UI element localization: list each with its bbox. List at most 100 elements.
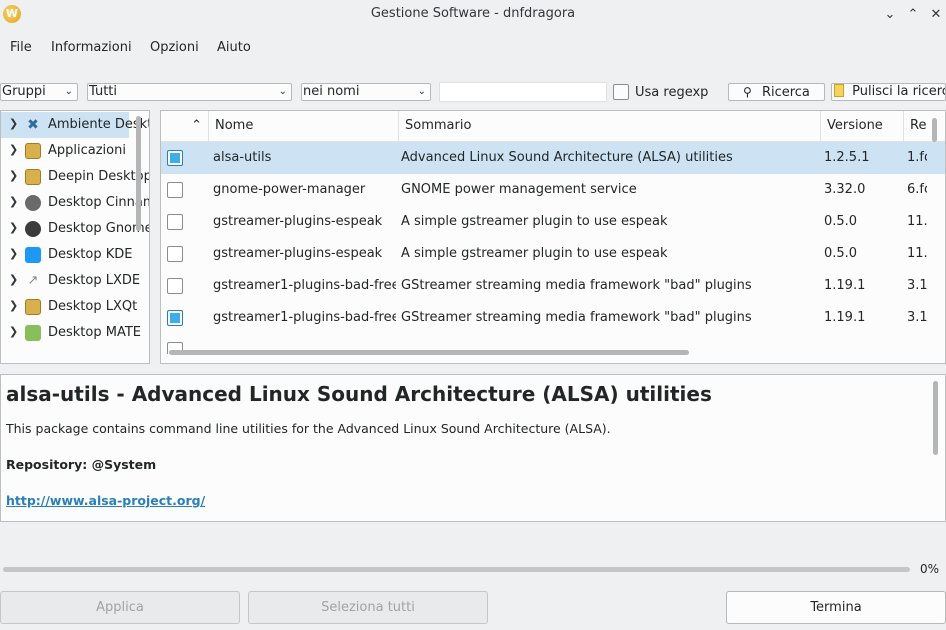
package-name: gstreamer1-plugins-bad-free <box>213 310 396 325</box>
package-description-title: alsa-utils - Advanced Linux Sound Archit… <box>6 382 712 406</box>
status-combo[interactable]: Tutti ⌄ <box>87 83 292 101</box>
select-all-button[interactable]: Seleziona tutti <box>248 591 488 624</box>
apply-button[interactable]: Applica <box>0 591 240 624</box>
deepin-icon <box>25 169 41 185</box>
chevron-right-icon: ❯ <box>9 195 19 208</box>
group-item[interactable]: ❯ Applicazioni <box>1 138 129 164</box>
group-tree: ❯ ✖ Ambiente Desktop ❯ Applicazioni ❯ De… <box>0 110 150 364</box>
search-field-combo[interactable]: nei nomi ⌄ <box>301 83 431 101</box>
package-version: 1.19.1 <box>824 278 866 293</box>
menu-opzioni[interactable]: Opzioni <box>150 40 199 55</box>
package-checkbox[interactable] <box>167 214 183 230</box>
chevron-down-icon: ⌄ <box>278 86 287 97</box>
group-item[interactable]: ❯ Desktop MATE <box>1 320 141 346</box>
applications-icon <box>25 143 41 159</box>
package-release: 1.fc <box>907 150 927 165</box>
package-name: gstreamer1-plugins-bad-free <box>213 278 396 293</box>
package-release: 11. <box>907 246 927 261</box>
package-summary: GStreamer streaming media framework "bad… <box>401 310 752 325</box>
tree-scrollbar[interactable] <box>136 116 141 231</box>
package-name: gnome-power-manager <box>213 182 366 197</box>
package-release: 3.1 <box>907 310 927 325</box>
package-checkbox[interactable] <box>167 278 183 294</box>
package-checkbox[interactable] <box>167 310 183 326</box>
package-summary: Advanced Linux Sound Architecture (ALSA)… <box>401 150 733 165</box>
group-label: Applicazioni <box>48 143 126 158</box>
package-version: 1.2.5.1 <box>824 150 870 165</box>
minimize-icon[interactable]: ⌄ <box>880 5 900 25</box>
package-summary: GNOME power management service <box>401 182 637 197</box>
search-icon: ⚲ <box>743 85 752 99</box>
package-summary: A simple gstreamer plugin to use espeak <box>401 214 668 229</box>
chevron-right-icon: ❯ <box>9 247 19 260</box>
package-name: gstreamer-plugins-espeak <box>213 214 383 229</box>
search-field-combo-value: nei nomi <box>303 84 360 99</box>
package-release: 3.1 <box>907 278 927 293</box>
kde-icon <box>25 247 41 263</box>
lxde-icon: ↗ <box>27 273 39 288</box>
table-row[interactable]: gstreamer1-plugins-bad-free GStreamer st… <box>161 302 945 334</box>
table-row[interactable]: gstreamer1-plugins-bad-free GStreamer st… <box>161 270 945 302</box>
package-name: gstreamer-plugins-espeak <box>213 246 383 261</box>
group-label: Desktop Cinnamon <box>48 195 149 210</box>
package-checkbox[interactable] <box>167 182 183 198</box>
cinnamon-icon <box>25 195 41 211</box>
description-scrollbar[interactable] <box>933 381 938 455</box>
quit-button[interactable]: Termina <box>726 591 946 624</box>
chevron-down-icon: ⌄ <box>417 86 426 97</box>
lxqt-icon <box>25 299 41 315</box>
package-checkbox[interactable] <box>167 150 183 166</box>
package-summary: A simple gstreamer plugin to use espeak <box>401 246 668 261</box>
package-url-link[interactable]: http://www.alsa-project.org/ <box>6 493 205 508</box>
regex-label: Usa regexp <box>635 85 709 100</box>
chevron-right-icon: ❯ <box>9 299 19 312</box>
sort-up-icon: ⌃ <box>191 118 202 133</box>
group-label: Desktop LXQt <box>48 299 138 314</box>
group-item[interactable]: ❯ Deepin Desktop <box>1 164 149 190</box>
table-row[interactable]: gnome-power-manager GNOME power manageme… <box>161 174 945 206</box>
sort-column-header[interactable]: ⌃ <box>161 111 209 141</box>
clear-search-button[interactable]: Pulisci la ricerca <box>831 83 946 101</box>
chevron-right-icon: ❯ <box>9 325 19 338</box>
group-item[interactable]: ❯ Desktop Cinnamon <box>1 190 149 216</box>
column-nome[interactable]: Nome <box>209 111 399 141</box>
maximize-icon[interactable]: ⌃ <box>903 5 923 25</box>
chevron-right-icon: ❯ <box>9 221 19 234</box>
search-input[interactable] <box>439 82 607 102</box>
group-label: Desktop KDE <box>48 247 133 262</box>
menu-informazioni[interactable]: Informazioni <box>51 40 132 55</box>
group-combo[interactable]: Gruppi ⌄ <box>0 83 78 101</box>
regex-checkbox[interactable] <box>613 84 629 100</box>
search-button-label: Ricerca <box>761 85 810 100</box>
table-row[interactable]: gstreamer-plugins-espeak A simple gstrea… <box>161 206 945 238</box>
progress-bar <box>3 567 910 572</box>
window-title: Gestione Software - dnfdragora <box>370 6 576 21</box>
group-item[interactable]: ❯ Desktop Gnome <box>1 216 149 242</box>
table-vertical-scrollbar[interactable] <box>932 118 937 142</box>
group-item[interactable]: ❯ ↗ Desktop LXDE <box>1 268 140 294</box>
group-item[interactable]: ❯ Desktop KDE <box>1 242 133 268</box>
clear-icon <box>834 84 844 97</box>
group-item[interactable]: ❯ Desktop LXQt <box>1 294 137 320</box>
status-combo-value: Tutti <box>89 84 118 99</box>
package-version: 1.19.1 <box>824 310 866 325</box>
column-sommario[interactable]: Sommario <box>399 111 821 141</box>
package-name: alsa-utils <box>213 150 272 165</box>
menu-file[interactable]: File <box>10 40 32 55</box>
gnome-icon <box>25 221 41 237</box>
chevron-down-icon: ⌄ <box>64 86 73 97</box>
table-horizontal-scrollbar[interactable] <box>169 350 689 355</box>
search-button[interactable]: ⚲ Ricerca <box>728 83 825 101</box>
chevron-right-icon: ❯ <box>9 273 19 286</box>
column-versione[interactable]: Versione <box>821 111 904 141</box>
column-release[interactable]: Re <box>904 111 945 141</box>
close-icon[interactable]: ✕ <box>926 5 946 25</box>
menu-aiuto[interactable]: Aiuto <box>217 40 251 55</box>
table-row[interactable]: alsa-utils Advanced Linux Sound Architec… <box>161 142 945 174</box>
group-item[interactable]: ❯ ✖ Ambiente Desktop <box>1 112 149 138</box>
table-row[interactable]: gstreamer-plugins-espeak A simple gstrea… <box>161 238 945 270</box>
package-checkbox[interactable] <box>167 246 183 262</box>
group-label: Desktop Gnome <box>48 221 150 236</box>
package-version: 0.5.0 <box>824 246 858 261</box>
x-desktop-icon: ✖ <box>27 117 39 133</box>
